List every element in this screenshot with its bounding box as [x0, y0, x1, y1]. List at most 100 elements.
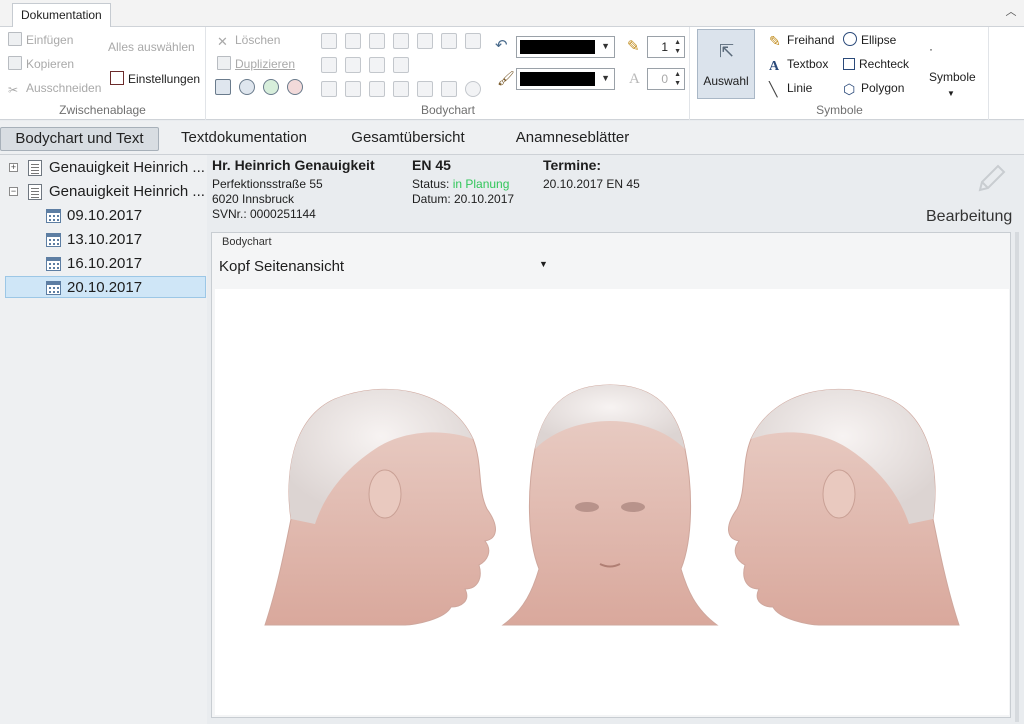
fill-color-picker[interactable]: ▼	[516, 68, 615, 90]
copy-icon	[8, 56, 22, 70]
group-icon[interactable]	[417, 33, 433, 49]
send-back-icon[interactable]	[345, 33, 361, 49]
tab-gesamtuebersicht[interactable]: Gesamtübersicht	[343, 127, 473, 151]
edit-pencil-icon[interactable]	[972, 160, 1008, 196]
align-top-icon[interactable]	[393, 81, 409, 97]
chevron-down-icon: ▼	[601, 73, 610, 83]
ellipse-button[interactable]: Ellipse	[843, 30, 896, 50]
align-bottom-icon[interactable]	[441, 81, 457, 97]
tab-bodychart-und-text[interactable]: Bodychart und Text	[0, 127, 159, 151]
kopieren-button[interactable]: Kopieren	[8, 54, 74, 74]
group-label-symbole: Symbole	[816, 103, 863, 117]
rechteck-button[interactable]: Rechteck	[843, 54, 909, 74]
tree-item-date-selected[interactable]: 20.10.2017	[5, 276, 206, 298]
tree-item-date[interactable]: 13.10.2017	[0, 229, 207, 251]
rechteck-label: Rechteck	[859, 57, 910, 71]
group-zwischenablage: Einfügen Kopieren ✂ Ausschneiden Alles au…	[0, 27, 206, 120]
einfuegen-button[interactable]: Einfügen	[8, 30, 73, 50]
head-right-profile	[728, 388, 960, 626]
code-date: Datum: 20.10.2017	[412, 192, 515, 206]
flip-up-icon[interactable]	[393, 57, 409, 73]
auswahl-button[interactable]: ⇱ Auswahl	[697, 29, 755, 99]
zoom-100-icon[interactable]	[215, 79, 231, 95]
tree-item-patient[interactable]: − Genauigkeit Heinrich ...	[0, 181, 207, 203]
zoom-out-icon[interactable]	[287, 79, 303, 95]
loeschen-button[interactable]: ✕ Löschen	[217, 30, 280, 50]
align-center-icon[interactable]	[345, 81, 361, 97]
tab-dokumentation[interactable]: Dokumentation	[12, 3, 111, 28]
textbox-button[interactable]: A Textbox	[769, 54, 828, 74]
symbole-dot-icon: ·	[929, 42, 933, 56]
spin-arrows-icon[interactable]: ▲ ▼	[674, 70, 681, 88]
font-size-value: 0	[661, 72, 668, 86]
font-size-spinner[interactable]: 0 ▲ ▼	[647, 68, 685, 90]
bearbeitung-label[interactable]: Bearbeitung	[926, 208, 1012, 226]
ellipse-label: Ellipse	[861, 33, 897, 47]
send-backward-icon[interactable]	[393, 33, 409, 49]
text-a-icon: A	[769, 59, 780, 74]
stroke-width-spinner[interactable]: 1 ▲ ▼	[647, 36, 685, 58]
splitter-bar[interactable]	[1015, 232, 1019, 722]
align-right-icon[interactable]	[369, 81, 385, 97]
tree-item-date[interactable]: 09.10.2017	[0, 205, 207, 227]
collapse-icon[interactable]: −	[9, 187, 18, 196]
ungroup-icon[interactable]	[441, 33, 457, 49]
chevron-down-icon[interactable]: ▼	[947, 84, 955, 104]
flip-center-icon[interactable]	[345, 57, 361, 73]
zoom-fit-icon[interactable]	[239, 79, 255, 95]
arrange-icon[interactable]	[465, 33, 481, 49]
chevron-down-icon: ▼	[539, 259, 548, 269]
tree-item-patient[interactable]: + Genauigkeit Heinrich ...	[0, 157, 207, 179]
paste-icon	[8, 32, 22, 46]
loeschen-label: Löschen	[235, 33, 281, 47]
alles-auswaehlen-button[interactable]: Alles auswählen	[108, 37, 195, 57]
gear-icon[interactable]	[465, 81, 481, 97]
bodychart-view-select[interactable]: Kopf Seitenansicht ▼	[219, 258, 549, 276]
pencil-icon: ✎	[627, 38, 640, 55]
auswahl-label: Auswahl	[703, 74, 749, 88]
bring-forward-icon[interactable]	[369, 33, 385, 49]
view-select-value: Kopf Seitenansicht	[219, 258, 345, 275]
navigation-tree: + Genauigkeit Heinrich ... − Genauigkeit…	[0, 155, 207, 724]
document-icon	[28, 160, 42, 176]
duplizieren-button[interactable]: Duplizieren	[217, 54, 295, 74]
einstellungen-button[interactable]: Einstellungen	[110, 69, 200, 89]
tab-textdokumentation[interactable]: Textdokumentation	[170, 127, 318, 151]
ribbon: Einfügen Kopieren ✂ Ausschneiden Alles au…	[0, 27, 1024, 120]
einstellungen-label: Einstellungen	[128, 72, 201, 86]
stroke-width-value: 1	[661, 40, 668, 54]
calendar-icon	[46, 233, 61, 247]
document-subtabs: Bodychart und Text Textdokumentation Ges…	[0, 121, 1024, 155]
flip-right-icon[interactable]	[369, 57, 385, 73]
expand-icon[interactable]: +	[9, 163, 18, 172]
termine-title: Termine:	[543, 157, 602, 173]
spin-arrows-icon[interactable]: ▲ ▼	[674, 38, 681, 56]
group-bodychart: ✕ Löschen Duplizieren ↶ ▼ 🖌 ▼ ✎ 1 ▲ ▼ A …	[207, 27, 690, 120]
calendar-icon	[46, 257, 61, 271]
ausschneiden-button[interactable]: ✂ Ausschneiden	[8, 78, 101, 98]
polygon-button[interactable]: ⬡ Polygon	[843, 78, 904, 98]
flip-left-icon[interactable]	[321, 57, 337, 73]
bodychart-canvas[interactable]	[215, 289, 1009, 715]
linie-button[interactable]: ╲ Linie	[769, 78, 812, 98]
tree-date-label: 09.10.2017	[67, 207, 143, 224]
ribbon-tabstrip: Dokumentation ︿	[0, 0, 1024, 28]
patient-svnr: SVNr.: 0000251144	[212, 207, 316, 221]
collapse-ribbon-icon[interactable]: ︿	[1004, 5, 1018, 19]
tab-anamneseblaetter[interactable]: Anamneseblätter	[505, 127, 640, 151]
zoom-in-icon[interactable]	[263, 79, 279, 95]
tree-item-date[interactable]: 16.10.2017	[0, 253, 207, 275]
tree-date-label: 13.10.2017	[67, 231, 143, 248]
line-color-picker[interactable]: ▼	[516, 36, 615, 58]
tree-item-label: Genauigkeit Heinrich ...	[49, 183, 205, 200]
align-left-icon[interactable]	[321, 81, 337, 97]
tree-item-label: Genauigkeit Heinrich ...	[49, 159, 205, 176]
panel-title: Bodychart	[222, 236, 272, 248]
scissors-icon: ✂	[8, 83, 19, 97]
bring-front-icon[interactable]	[321, 33, 337, 49]
align-middle-icon[interactable]	[417, 81, 433, 97]
fill-color-swatch	[520, 72, 595, 86]
freihand-button[interactable]: ✎ Freihand	[769, 30, 834, 50]
ausschneiden-label: Ausschneiden	[26, 81, 102, 95]
document-icon	[28, 184, 42, 200]
